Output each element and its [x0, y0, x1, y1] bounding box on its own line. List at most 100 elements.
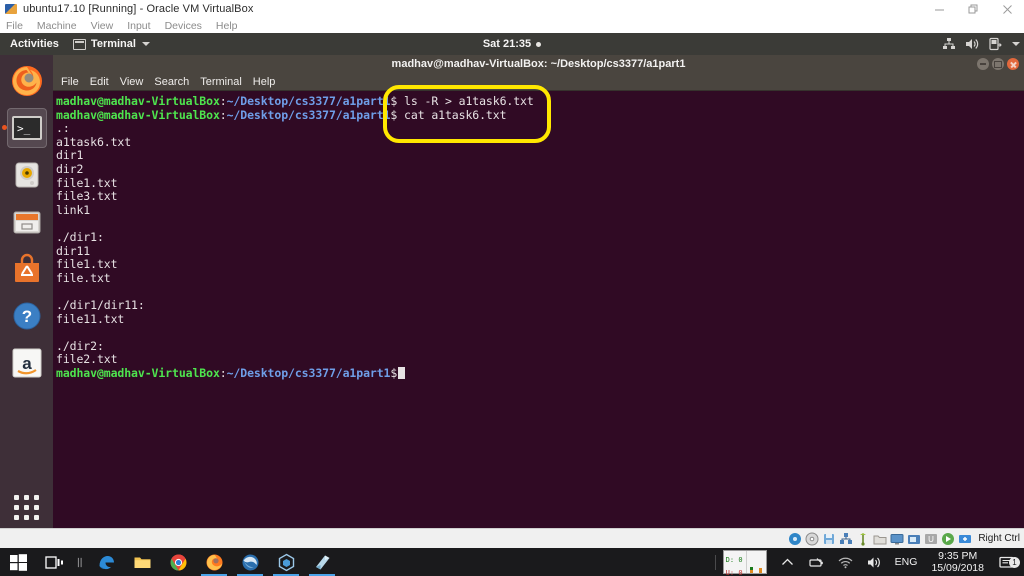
terminal-output-line: file1.txt: [56, 258, 1024, 272]
taskbar-item-firefox[interactable]: [196, 548, 232, 576]
shared-folder-icon[interactable]: [873, 532, 887, 546]
dock-item-help[interactable]: ?: [7, 296, 47, 336]
network-monitor-widget[interactable]: D: 0 U: 0: [723, 550, 767, 574]
terminal-menu-search[interactable]: Search: [154, 76, 189, 88]
terminal-maximize-button[interactable]: [992, 58, 1004, 70]
terminal-output-line: ./dir1:: [56, 231, 1024, 245]
network-download-label: D: 0: [726, 556, 743, 564]
display-icon[interactable]: [890, 532, 904, 546]
terminal-output[interactable]: madhav@madhav-VirtualBox:~/Desktop/cs337…: [53, 92, 1024, 528]
video-capture-icon[interactable]: [907, 532, 921, 546]
file-explorer-icon: [133, 553, 152, 572]
battery-status-button[interactable]: [802, 548, 831, 576]
start-button[interactable]: [0, 548, 36, 576]
vbox-menu-devices[interactable]: Devices: [165, 20, 202, 32]
terminal-menu-edit[interactable]: Edit: [90, 76, 109, 88]
taskbar-item-virtualbox[interactable]: [268, 548, 304, 576]
wifi-status-button[interactable]: [831, 548, 860, 576]
notifications-button[interactable]: 1: [992, 554, 1024, 571]
taskbar-item-explorer[interactable]: [124, 548, 160, 576]
vbox-menu-machine[interactable]: Machine: [37, 20, 77, 32]
taskbar-item-onenote[interactable]: [304, 548, 340, 576]
ubuntu-dock: >_: [0, 55, 54, 528]
panel-clock-text: Sat 21:35: [483, 38, 531, 50]
activities-button[interactable]: Activities: [0, 33, 67, 55]
usb-icon[interactable]: [856, 532, 870, 546]
app-menu-terminal[interactable]: Terminal: [67, 33, 156, 55]
terminal-menu-terminal[interactable]: Terminal: [200, 76, 242, 88]
vm-screen: Activities Terminal Sat 21:35: [0, 33, 1024, 528]
terminal-titlebar: madhav@madhav-VirtualBox: ~/Desktop/cs33…: [53, 55, 1024, 73]
system-tray: D: 0 U: 0: [712, 548, 1024, 576]
dock-item-rhythmbox[interactable]: [7, 155, 47, 195]
task-view-button[interactable]: [36, 548, 72, 576]
close-button[interactable]: [990, 0, 1024, 18]
restore-button[interactable]: [956, 0, 990, 18]
prompt-user: madhav@madhav-VirtualBox: [56, 366, 220, 380]
show-applications-button[interactable]: [6, 487, 46, 527]
virtualbox-statusbar: U Right Ctrl: [0, 528, 1024, 548]
clock-widget[interactable]: 9:35 PM 15/09/2018: [923, 550, 992, 574]
taskbar-item-chrome[interactable]: [160, 548, 196, 576]
terminal-close-button[interactable]: [1007, 58, 1019, 70]
vbox-menu-view[interactable]: View: [91, 20, 114, 32]
terminal-icon: >_: [10, 111, 44, 145]
volume-status-button[interactable]: [860, 548, 889, 576]
remote-desktop-icon[interactable]: U: [924, 532, 938, 546]
network-graph: [746, 551, 766, 573]
terminal-output-line: file2.txt: [56, 353, 1024, 367]
network-icon[interactable]: [839, 532, 853, 546]
svg-text:a: a: [22, 354, 32, 373]
dock-item-firefox[interactable]: [7, 61, 47, 101]
keyboard-icon[interactable]: [958, 532, 972, 546]
terminal-output-line: .:: [56, 122, 1024, 136]
virtualbox-icon: [277, 553, 296, 572]
taskbar-item-thunderbird[interactable]: [232, 548, 268, 576]
terminal-minimize-button[interactable]: [977, 58, 989, 70]
floppy-icon[interactable]: [822, 532, 836, 546]
prompt-colon: :: [220, 94, 227, 108]
onenote-icon: [313, 553, 332, 572]
help-icon: ?: [10, 299, 44, 333]
prompt-colon: :: [220, 108, 227, 122]
terminal-output-line: dir2: [56, 163, 1024, 177]
terminal-prompt-line: madhav@madhav-VirtualBox:~/Desktop/cs337…: [56, 109, 1024, 123]
show-hidden-icons-button[interactable]: [773, 548, 802, 576]
terminal-menu-view[interactable]: View: [120, 76, 144, 88]
prompt-path: ~/Desktop/cs3377/a1part1: [227, 94, 391, 108]
prompt-user: madhav@madhav-VirtualBox: [56, 94, 220, 108]
edge-icon: [97, 553, 116, 572]
terminal-menu-help[interactable]: Help: [253, 76, 276, 88]
language-indicator[interactable]: ENG: [889, 556, 924, 568]
network-upload-label: U: 0: [726, 569, 743, 576]
taskbar-item-edge[interactable]: [88, 548, 124, 576]
svg-text:U: U: [928, 535, 934, 544]
vbox-menu-file[interactable]: File: [6, 20, 23, 32]
terminal-command: cat a1task6.txt: [397, 108, 506, 122]
virtualbox-icon: [5, 3, 17, 15]
mouse-integration-icon[interactable]: [941, 532, 955, 546]
hard-disk-icon[interactable]: [788, 532, 802, 546]
vbox-menu-input[interactable]: Input: [127, 20, 150, 32]
terminal-prompt-line: madhav@madhav-VirtualBox:~/Desktop/cs337…: [56, 367, 1024, 381]
prompt-symbol: $: [390, 366, 397, 380]
notification-dot-icon: [536, 42, 541, 47]
screen: ubuntu17.10 [Running] - Oracle VM Virtua…: [0, 0, 1024, 576]
volume-icon: [866, 554, 883, 571]
clock-time: 9:35 PM: [938, 550, 977, 562]
prompt-path: ~/Desktop/cs3377/a1part1: [227, 108, 391, 122]
dock-item-software[interactable]: [7, 249, 47, 289]
rhythmbox-icon: [10, 158, 44, 192]
dock-item-amazon[interactable]: a: [7, 343, 47, 383]
terminal-menu-file[interactable]: File: [61, 76, 79, 88]
windows-taskbar: D: 0 U: 0: [0, 548, 1024, 576]
vbox-menu-help[interactable]: Help: [216, 20, 238, 32]
prompt-path: ~/Desktop/cs3377/a1part1: [227, 366, 391, 380]
dock-item-files[interactable]: [7, 202, 47, 242]
terminal-output-line: ./dir2:: [56, 340, 1024, 354]
optical-disk-icon[interactable]: [805, 532, 819, 546]
panel-indicators[interactable]: [942, 33, 1020, 55]
terminal-output-line: file.txt: [56, 272, 1024, 286]
dock-item-terminal[interactable]: >_: [7, 108, 47, 148]
minimize-button[interactable]: [922, 0, 956, 18]
